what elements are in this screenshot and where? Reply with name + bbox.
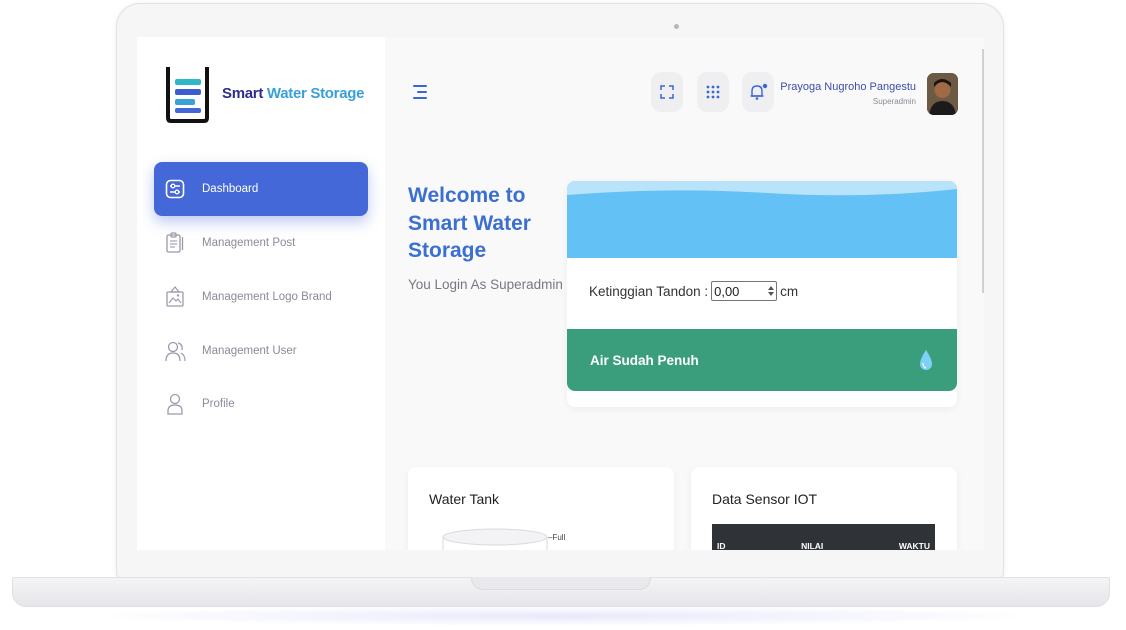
fullscreen-icon (660, 85, 674, 99)
sensor-data-title: Data Sensor IOT (712, 491, 818, 507)
sidebar-item-dashboard[interactable]: Dashboard (154, 162, 368, 216)
welcome-title: Welcome to Smart Water Storage (408, 184, 531, 262)
user-icon (163, 392, 187, 416)
sidebar-item-label: Dashboard (202, 183, 259, 195)
water-drop-icon (920, 350, 932, 370)
apps-grid-button[interactable] (697, 72, 729, 112)
sensor-data-card: Data Sensor IOT ID NILAI WAKTU (691, 467, 957, 550)
brand-name-part2: Water Storage (266, 85, 365, 102)
dashboard-icon (163, 177, 187, 201)
tank-level-unit: cm (780, 283, 799, 299)
tank-level-value: 0,00 (714, 283, 740, 299)
spinner-arrows-icon[interactable] (768, 285, 775, 297)
sidebar: Smart Water Storage Dashboard Management… (137, 37, 385, 550)
tank-status-text: Air Sudah Penuh (590, 352, 699, 368)
hamburger-icon[interactable] (413, 85, 427, 101)
sidebar-item-label: Management User (202, 345, 297, 357)
laptop-shadow (80, 606, 1046, 626)
avatar[interactable] (927, 73, 958, 115)
tank-marker-label: Full (552, 533, 566, 542)
image-frame-icon (163, 285, 187, 309)
page-scrollbar[interactable] (982, 49, 984, 293)
tank-level-row: Ketinggian Tandon : 0,00 cm (589, 281, 798, 301)
tank-level-input[interactable]: 0,00 (711, 281, 778, 301)
sidebar-item-label: Profile (202, 398, 235, 410)
sidebar-item-management-logo-brand[interactable]: Management Logo Brand (154, 270, 368, 324)
camera-dot (674, 24, 679, 29)
water-tank-card: Water Tank –Full (408, 467, 674, 550)
sidebar-item-profile[interactable]: Profile (154, 377, 368, 431)
user-name: Prayoga Nugroho Pangestu (780, 81, 916, 93)
sidebar-item-management-post[interactable]: Management Post (154, 216, 368, 270)
fullscreen-button[interactable] (651, 72, 683, 112)
app-logo (166, 67, 209, 123)
brand-name-part1: Smart (222, 85, 264, 102)
app-screen: Smart Water Storage Dashboard Management… (137, 37, 984, 550)
laptop-notch (471, 577, 651, 590)
water-tank-gauge (442, 528, 548, 550)
sidebar-item-management-user[interactable]: Management User (154, 324, 368, 378)
col-header-id[interactable]: ID (717, 541, 726, 550)
col-header-nilai[interactable]: NILAI (801, 541, 823, 550)
app-logo-text: Smart Water Storage (222, 85, 364, 102)
tank-marker-full: –Full (548, 533, 566, 542)
tank-level-label: Ketinggian Tandon : (589, 283, 709, 299)
col-header-waktu[interactable]: WAKTU (899, 541, 930, 550)
users-icon (163, 339, 187, 363)
tank-level-card: Ketinggian Tandon : 0,00 cm Air Sudah Pe… (567, 181, 957, 407)
welcome-subtitle: You Login As Superadmin (408, 277, 563, 292)
sidebar-item-label: Management Post (202, 237, 296, 249)
apps-grid-icon (706, 85, 720, 99)
notification-bell-icon (750, 83, 768, 100)
tank-status-bar: Air Sudah Penuh (567, 329, 957, 391)
sidebar-item-label: Management Logo Brand (202, 291, 332, 303)
water-level-fill (567, 181, 957, 258)
water-tank-title: Water Tank (429, 491, 500, 507)
clipboard-icon (163, 231, 187, 255)
sensor-table-header: ID NILAI WAKTU (712, 524, 935, 550)
notification-button[interactable] (742, 72, 774, 112)
user-role: Superadmin (872, 97, 916, 106)
